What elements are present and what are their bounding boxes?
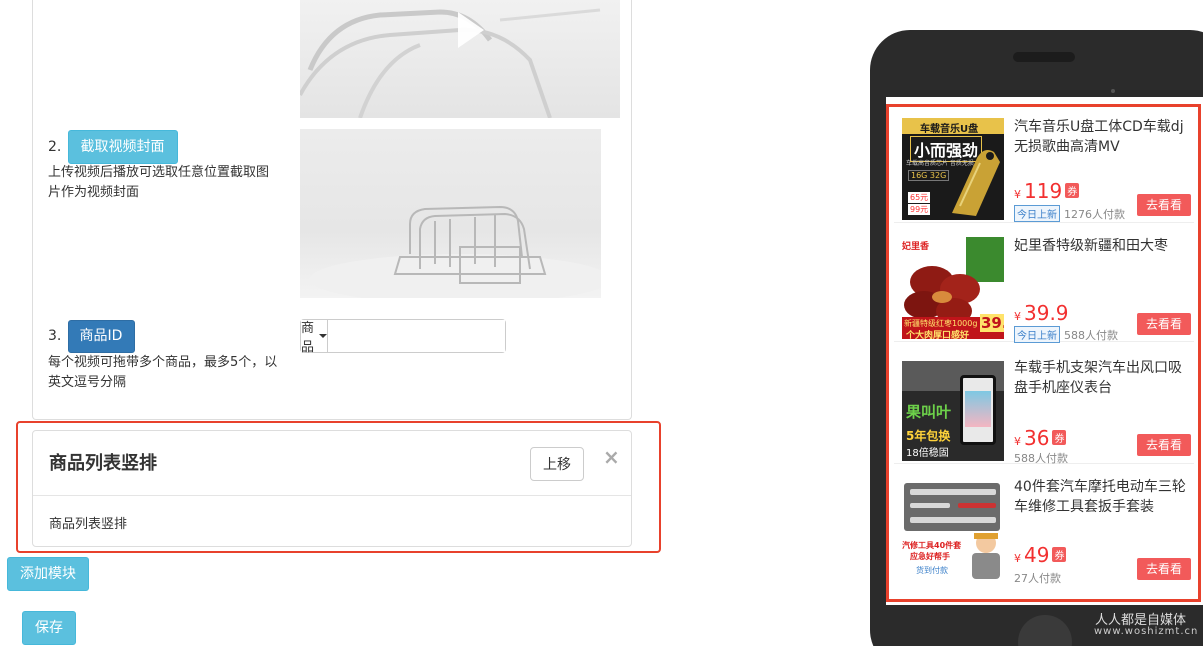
- phone-speaker: [1013, 52, 1075, 62]
- product-type-dropdown[interactable]: 商品: [301, 320, 328, 355]
- step-3: 3. 商品ID: [48, 320, 135, 353]
- save-button[interactable]: 保存: [22, 611, 76, 645]
- preview-highlight-box: [886, 104, 1201, 602]
- product-id-input-group: 商品: [300, 319, 506, 355]
- step-2-description: 上传视频后播放可选取任意位置截取图片作为视频封面: [48, 165, 270, 200]
- module-body-text: 商品列表竖排: [49, 517, 128, 532]
- step-3-description: 每个视频可拖带多个商品，最多5个，以英文逗号分隔: [48, 355, 278, 390]
- step-2: 2. 截取视频封面: [48, 130, 178, 164]
- product-type-dropdown-label: 商品: [301, 321, 315, 355]
- close-icon[interactable]: ×: [603, 445, 620, 469]
- play-icon[interactable]: [458, 12, 484, 48]
- module-panel: 商品列表竖排 上移 × 商品列表竖排: [32, 430, 632, 547]
- caret-down-icon: [319, 334, 327, 338]
- move-up-button[interactable]: 上移: [530, 447, 584, 481]
- capture-cover-button[interactable]: 截取视频封面: [67, 130, 178, 164]
- cover-preview-image: [300, 129, 601, 298]
- module-title: 商品列表竖排: [49, 453, 157, 474]
- step-3-number: 3.: [48, 328, 62, 344]
- watermark-url: www.woshizmt.cn: [1094, 626, 1199, 637]
- product-id-button[interactable]: 商品ID: [67, 320, 135, 353]
- product-id-input[interactable]: [328, 320, 505, 352]
- video-preview[interactable]: [300, 0, 620, 118]
- step-2-number: 2.: [48, 139, 62, 155]
- phone-camera: [1111, 89, 1115, 93]
- module-header: 商品列表竖排 上移 ×: [33, 431, 631, 496]
- cover-frame-image: [310, 205, 601, 298]
- add-module-button[interactable]: 添加模块: [7, 557, 89, 591]
